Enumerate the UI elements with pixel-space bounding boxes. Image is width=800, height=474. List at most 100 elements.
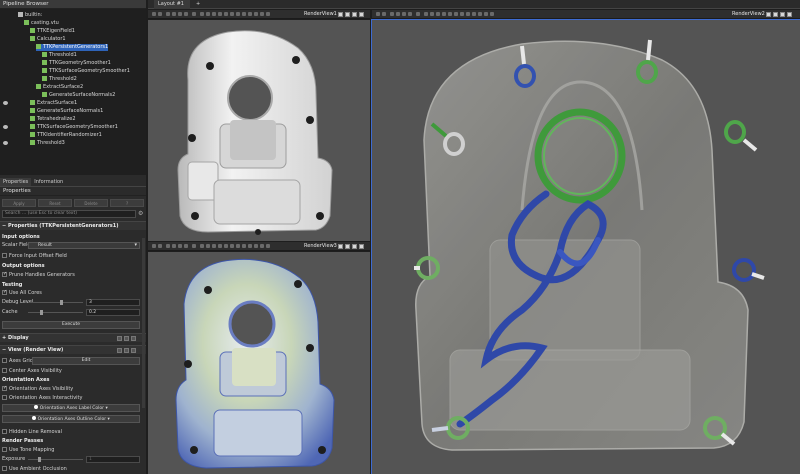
pipeline-item[interactable]: Calculator1 xyxy=(30,36,66,43)
orientation-label-color-button[interactable]: Orientation Axes Label Color ▾ xyxy=(2,404,140,412)
clear-selection-icon[interactable] xyxy=(242,12,246,16)
add-layout-tab-button[interactable]: + xyxy=(192,0,204,9)
debug-level-input[interactable]: 3 xyxy=(86,299,140,306)
pipeline-item[interactable]: TTKGeometrySmoother1 xyxy=(42,60,111,67)
slider-handle[interactable] xyxy=(38,457,41,462)
debug-level-slider[interactable] xyxy=(28,300,83,305)
polygon-select-icon[interactable] xyxy=(224,244,228,248)
camera-redo-icon[interactable] xyxy=(382,12,386,16)
select-icon[interactable] xyxy=(200,244,204,248)
pipeline-item[interactable]: Tetrahedralize2 xyxy=(30,116,76,123)
orientation-axes-visibility-checkbox[interactable] xyxy=(2,385,7,391)
axis-x-icon[interactable] xyxy=(172,244,176,248)
grow-selection-icon[interactable] xyxy=(230,244,234,248)
split-vertical-icon[interactable] xyxy=(345,12,350,17)
apply-button[interactable]: Apply xyxy=(2,199,36,207)
force-input-offset-checkbox[interactable] xyxy=(2,253,7,258)
hover-points-icon[interactable] xyxy=(248,244,252,248)
reset-camera-icon[interactable] xyxy=(390,12,394,16)
pipeline-item[interactable]: TTKPersistentGenerators1 xyxy=(36,44,109,51)
pipeline-item[interactable]: casting.vtu xyxy=(24,20,59,27)
close-view-icon[interactable] xyxy=(359,12,364,17)
maximize-icon[interactable] xyxy=(352,12,357,17)
axis-x-icon[interactable] xyxy=(172,12,176,16)
select-frustum-icon[interactable] xyxy=(436,12,440,16)
slider-handle[interactable] xyxy=(40,310,43,315)
pipeline-item[interactable]: Threshold3 xyxy=(3,140,65,147)
shrink-selection-icon[interactable] xyxy=(460,12,464,16)
pipeline-item[interactable]: Threshold1 xyxy=(42,52,77,59)
split-horizontal-icon[interactable] xyxy=(338,244,343,249)
axes-grid-edit-button[interactable]: Edit xyxy=(32,357,140,365)
use-all-cores-checkbox[interactable] xyxy=(2,289,7,295)
grow-selection-icon[interactable] xyxy=(230,12,234,16)
split-vertical-icon[interactable] xyxy=(773,12,778,17)
eye-icon[interactable] xyxy=(3,101,8,105)
eye-icon[interactable] xyxy=(3,125,8,129)
axis-x-icon[interactable] xyxy=(396,12,400,16)
eye-icon[interactable] xyxy=(3,141,8,145)
capture-icon[interactable] xyxy=(266,244,270,248)
capture-icon[interactable] xyxy=(266,12,270,16)
pipeline-item[interactable]: ExtractSurface1 xyxy=(3,100,77,107)
delete-button[interactable]: Delete xyxy=(74,199,108,207)
display-section[interactable]: + Display xyxy=(0,333,146,342)
interactive-select-icon[interactable] xyxy=(442,12,446,16)
find-data-icon[interactable] xyxy=(484,12,488,16)
select-icon[interactable] xyxy=(424,12,428,16)
hover-points-icon[interactable] xyxy=(248,12,252,16)
view-section[interactable]: − View (Render View) xyxy=(0,345,146,354)
exposure-input[interactable]: 1 xyxy=(86,456,140,463)
camera-redo-icon[interactable] xyxy=(158,244,162,248)
gear-icon[interactable]: ⚙ xyxy=(138,210,144,218)
execute-button[interactable]: Execute xyxy=(2,321,140,329)
pipeline-item[interactable]: ExtractSurface2 xyxy=(36,84,83,91)
select-points-icon[interactable] xyxy=(430,12,434,16)
pipeline-item[interactable]: GenerateSurfaceNormals1 xyxy=(30,108,103,115)
prune-handles-checkbox[interactable] xyxy=(2,271,7,277)
tab-properties[interactable]: Properties xyxy=(0,178,32,186)
pipeline-item[interactable]: TTKSurfaceGeometrySmoother1 xyxy=(3,124,118,131)
render-view-2[interactable] xyxy=(371,19,800,474)
hover-cells-icon[interactable] xyxy=(254,244,258,248)
split-vertical-icon[interactable] xyxy=(345,244,350,249)
paste-icon[interactable] xyxy=(124,336,129,341)
rotate-icon[interactable] xyxy=(192,244,196,248)
split-horizontal-icon[interactable] xyxy=(338,12,343,17)
axis-z-icon[interactable] xyxy=(184,12,188,16)
close-view-icon[interactable] xyxy=(787,12,792,17)
pipeline-item[interactable]: TTKIdentifierRandomizer1 xyxy=(30,132,102,139)
clear-selection-icon[interactable] xyxy=(242,244,246,248)
interactive-select-icon[interactable] xyxy=(218,244,222,248)
grow-selection-icon[interactable] xyxy=(454,12,458,16)
capture-icon[interactable] xyxy=(490,12,494,16)
reset-camera-icon[interactable] xyxy=(166,12,170,16)
properties-search-input[interactable]: Search ... (use Esc to clear text) xyxy=(2,210,136,218)
select-frustum-icon[interactable] xyxy=(212,244,216,248)
select-frustum-icon[interactable] xyxy=(212,12,216,16)
split-horizontal-icon[interactable] xyxy=(766,12,771,17)
hover-cells-icon[interactable] xyxy=(254,12,258,16)
exposure-slider[interactable] xyxy=(28,457,83,462)
tab-information[interactable]: Information xyxy=(31,178,66,186)
shrink-selection-icon[interactable] xyxy=(236,12,240,16)
axes-grid-checkbox[interactable] xyxy=(2,358,7,363)
cache-input[interactable]: 0.2 xyxy=(86,309,140,316)
slider-handle[interactable] xyxy=(60,300,63,305)
camera-redo-icon[interactable] xyxy=(158,12,162,16)
pipeline-item[interactable]: builtin: xyxy=(18,12,42,19)
select-icon[interactable] xyxy=(200,12,204,16)
orientation-axes-interactivity-checkbox[interactable] xyxy=(2,395,7,400)
camera-undo-icon[interactable] xyxy=(152,12,156,16)
maximize-icon[interactable] xyxy=(352,244,357,249)
paste-icon[interactable] xyxy=(124,348,129,353)
cache-slider[interactable] xyxy=(28,310,83,315)
reset-camera-icon[interactable] xyxy=(166,244,170,248)
help-button[interactable]: ? xyxy=(110,199,144,207)
axis-y-icon[interactable] xyxy=(178,244,182,248)
axis-y-icon[interactable] xyxy=(178,12,182,16)
filter-properties-section[interactable]: − Properties (TTKPersistentGenerators1) xyxy=(0,221,146,230)
hover-points-icon[interactable] xyxy=(472,12,476,16)
pipeline-item[interactable]: GenerateSurfaceNormals2 xyxy=(42,92,115,99)
close-view-icon[interactable] xyxy=(359,244,364,249)
